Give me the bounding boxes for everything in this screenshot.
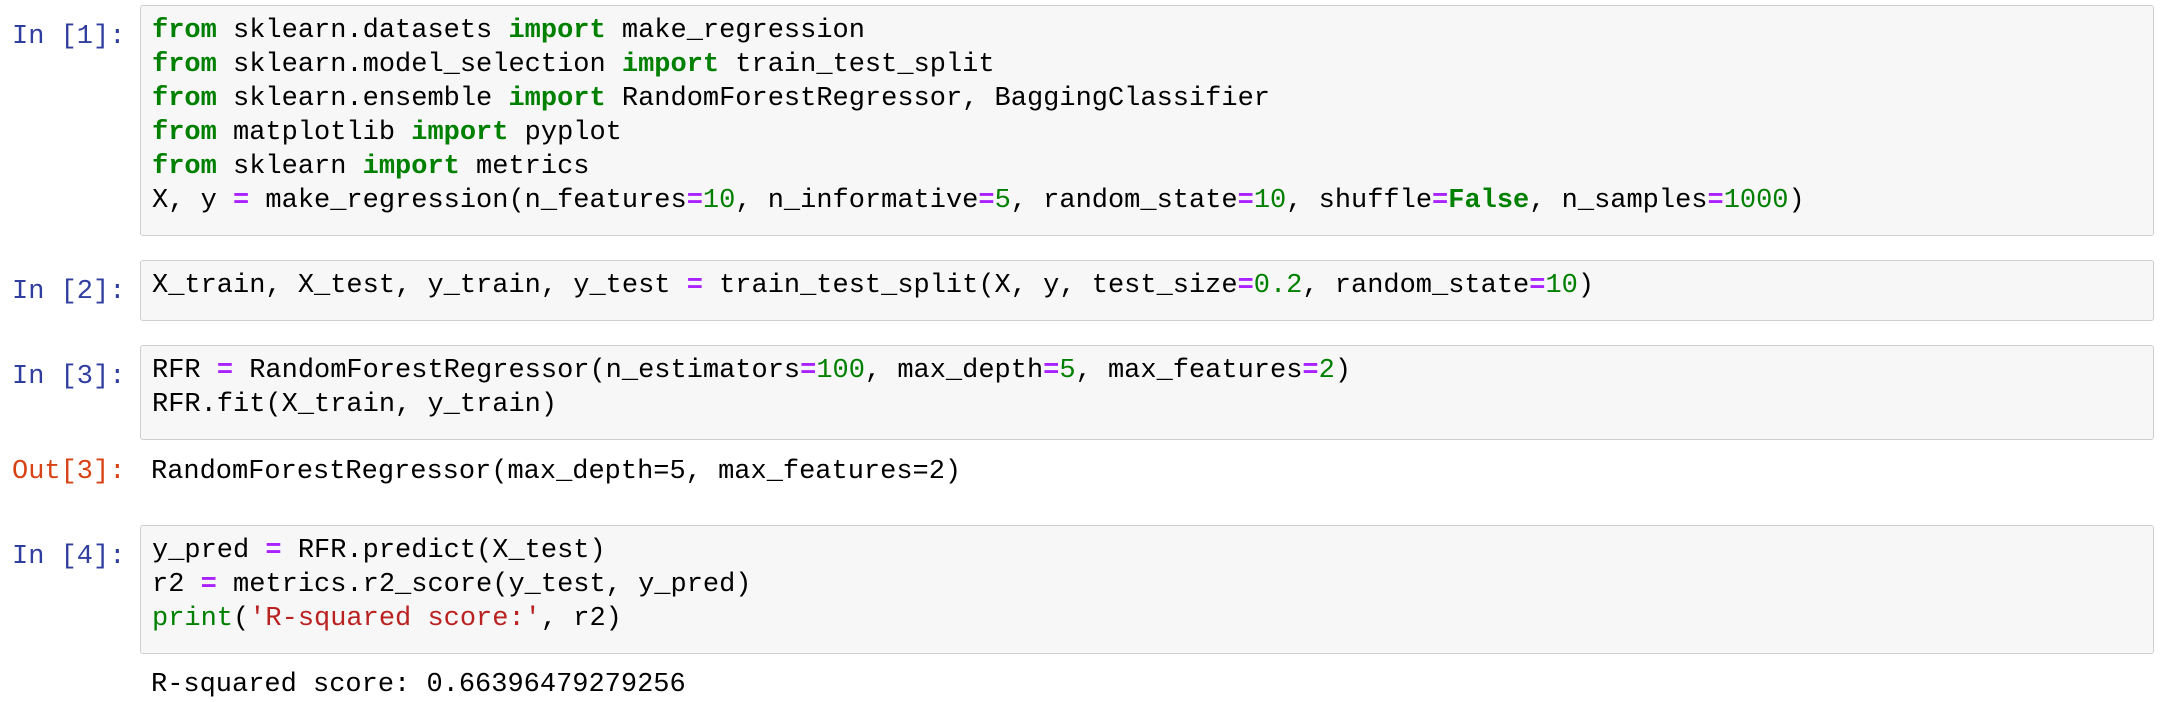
code-token: from <box>152 152 217 182</box>
code-token: metrics.r2_score(y_test, y_pred) <box>216 570 752 600</box>
code-token: 1000 <box>1723 186 1789 216</box>
code-token: = <box>978 186 995 216</box>
code-line: X_train, X_test, y_train, y_test = train… <box>152 269 2142 303</box>
code-token: r2 <box>152 570 201 600</box>
code-token: = <box>1043 356 1060 386</box>
code-token: y_pred <box>152 536 266 566</box>
code-token: False <box>1448 186 1530 216</box>
cell-4-code[interactable]: y_pred = RFR.predict(X_test) r2 = metrics… <box>141 526 2153 644</box>
code-line: from sklearn import metrics <box>152 150 2142 184</box>
code-token: ) <box>1788 186 1805 216</box>
code-token: sklearn <box>216 152 363 182</box>
code-token: sklearn.ensemble <box>216 84 509 114</box>
cell-4-in-prompt: In [4]: <box>12 542 126 572</box>
code-token: import <box>362 152 460 182</box>
code-token: RFR.fit(X_train, y_train) <box>152 390 558 420</box>
cell-3-output: RandomForestRegressor(max_depth=5, max_f… <box>151 457 962 487</box>
code-token: 5 <box>1059 356 1076 386</box>
code-token: matplotlib <box>216 118 412 148</box>
code-token: = <box>216 356 234 386</box>
code-token: = <box>265 536 282 566</box>
cell-2-in-prompt: In [2]: <box>12 277 126 307</box>
code-token: = <box>1529 271 1546 301</box>
code-token: = <box>1237 186 1254 216</box>
code-token: , max_depth <box>864 356 1044 386</box>
code-token: 5 <box>994 186 1011 216</box>
code-line: print('R-squared score:', r2) <box>152 602 2142 636</box>
code-token: , random_state <box>1010 186 1238 216</box>
cell-3-in-prompt: In [3]: <box>12 362 126 392</box>
code-token: 0.2 <box>1253 271 1303 301</box>
cell-2-code[interactable]: X_train, X_test, y_train, y_test = train… <box>141 261 2153 311</box>
code-token: make_regression(n_features <box>249 186 687 216</box>
code-token: 100 <box>816 356 865 386</box>
code-token: 'R-squared score:' <box>249 604 541 634</box>
code-token: , random_state <box>1302 271 1530 301</box>
code-token: = <box>686 271 703 301</box>
code-token: ) <box>1577 271 1595 301</box>
code-token: import <box>411 118 509 148</box>
code-token: ) <box>1334 356 1352 386</box>
code-token: 2 <box>1318 356 1335 386</box>
code-token: , max_features <box>1075 356 1303 386</box>
code-token: metrics <box>459 152 590 182</box>
cell-3-code[interactable]: RFR = RandomForestRegressor(n_estimators… <box>141 346 2153 430</box>
cell-4-output: R-squared score: 0.66396479279256 <box>151 670 686 700</box>
code-token: pyplot <box>508 118 622 148</box>
code-token: from <box>152 118 217 148</box>
code-token: from <box>152 84 217 114</box>
code-token: RFR <box>152 356 217 386</box>
code-line: r2 = metrics.r2_score(y_test, y_pred) <box>152 568 2142 602</box>
code-line: RFR.fit(X_train, y_train) <box>152 388 2142 422</box>
code-token: 10 <box>1253 186 1287 216</box>
code-token: sklearn.datasets <box>216 16 509 46</box>
cell-3-out-prompt: Out[3]: <box>12 457 126 487</box>
code-token: sklearn.model_selection <box>216 50 622 80</box>
code-token: import <box>508 16 606 46</box>
code-line: from matplotlib import pyplot <box>152 116 2142 150</box>
code-token: RandomForestRegressor, BaggingClassifier <box>605 84 1270 114</box>
code-token: ( <box>233 604 250 634</box>
cell-1-in-prompt: In [1]: <box>12 22 126 52</box>
code-token: train_test_split <box>719 50 995 80</box>
code-token: import <box>621 50 720 80</box>
code-token: , n_informative <box>735 186 979 216</box>
code-token: = <box>686 186 703 216</box>
code-line: from sklearn.ensemble import RandomFores… <box>152 82 2142 116</box>
code-token: RFR.predict(X_test) <box>281 536 606 566</box>
code-token: from <box>152 16 217 46</box>
code-token: = <box>233 186 250 216</box>
code-token: , n_samples <box>1529 186 1708 216</box>
cell-1-code[interactable]: from sklearn.datasets import make_regres… <box>141 6 2153 226</box>
code-token: 10 <box>702 186 736 216</box>
code-token: = <box>1302 356 1319 386</box>
code-line: RFR = RandomForestRegressor(n_estimators… <box>152 354 2142 388</box>
code-token: , shuffle <box>1286 186 1433 216</box>
code-cell-4[interactable]: y_pred = RFR.predict(X_test) r2 = metrics… <box>140 525 2154 654</box>
code-token: , r2) <box>540 604 622 634</box>
code-token: RandomForestRegressor(n_estimators <box>233 356 801 386</box>
code-line: X, y = make_regression(n_features=10, n_… <box>152 184 2142 218</box>
code-token: make_regression <box>605 16 865 46</box>
code-cell-1[interactable]: from sklearn.datasets import make_regres… <box>140 5 2154 236</box>
code-token: X_train, X_test, y_train, y_test <box>152 271 687 301</box>
code-token: = <box>1432 186 1449 216</box>
code-token: train_test_split(X, y, test_size <box>702 271 1238 301</box>
code-line: from sklearn.datasets import make_regres… <box>152 14 2142 48</box>
code-token: print <box>152 604 234 634</box>
code-cell-3[interactable]: RFR = RandomForestRegressor(n_estimators… <box>140 345 2154 440</box>
code-cell-2[interactable]: X_train, X_test, y_train, y_test = train… <box>140 260 2154 321</box>
code-token: 10 <box>1545 271 1578 301</box>
code-token: = <box>1707 186 1724 216</box>
code-token: = <box>1237 271 1254 301</box>
code-line: y_pred = RFR.predict(X_test) <box>152 534 2142 568</box>
code-token: = <box>200 570 217 600</box>
code-token: X, y <box>152 186 234 216</box>
code-token: import <box>508 84 606 114</box>
code-token: from <box>152 50 217 80</box>
code-line: from sklearn.model_selection import trai… <box>152 48 2142 82</box>
code-token: = <box>800 356 817 386</box>
